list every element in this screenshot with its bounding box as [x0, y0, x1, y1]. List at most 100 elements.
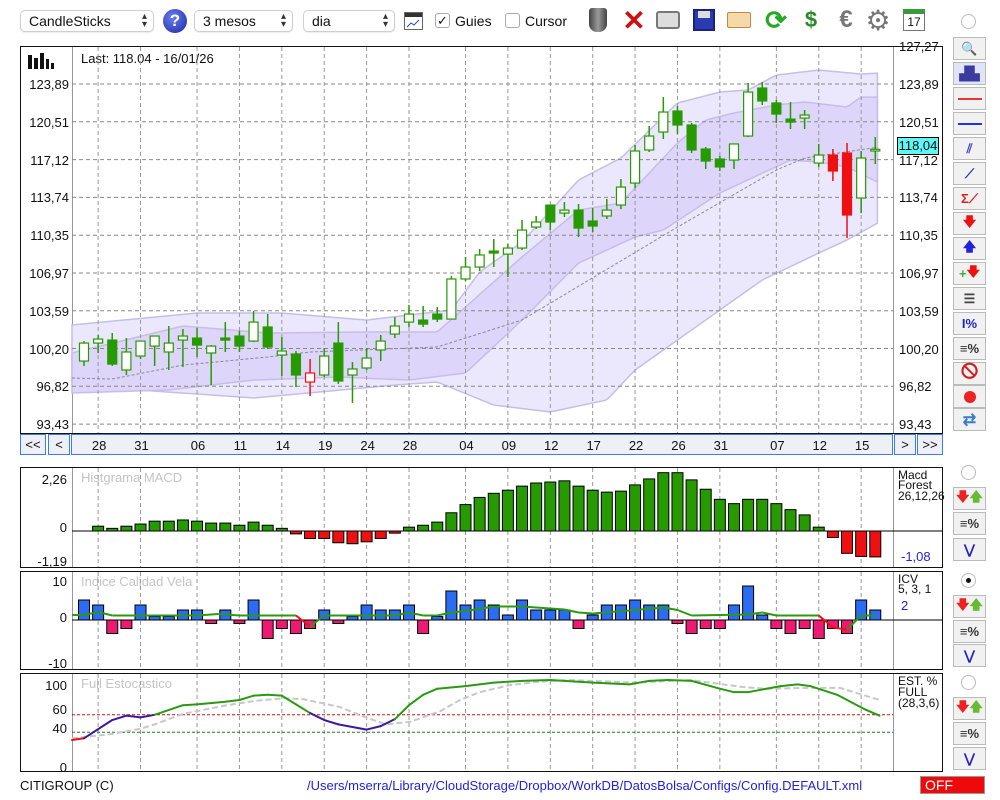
stochastic-panel-radio[interactable] [961, 675, 976, 690]
stochastic-signals-icon[interactable]: 🡇 🡅 [953, 697, 986, 720]
volume-profile-icon[interactable]: ▟▙ [953, 62, 986, 85]
channel-tool-icon[interactable]: ⫽ [953, 137, 986, 160]
icv-crossover-icon[interactable]: ⋁ [953, 644, 986, 667]
delete-icon[interactable]: ✕ [620, 5, 648, 36]
stochastic-title: Full Estocastico [81, 676, 173, 691]
price-chart-panel[interactable]: Last: 118.04 - 16/01/26 127,27127,27123,… [20, 39, 943, 434]
trash-icon[interactable] [584, 6, 612, 34]
icv-last-value: 2 [901, 598, 909, 613]
arrow-down-icon[interactable]: 🡇 [953, 212, 986, 235]
save-icon[interactable] [690, 6, 718, 34]
period-select[interactable]: 3 mesos ▴ ▾ [194, 10, 293, 32]
chart-type-select[interactable]: CandleSticks ▴ ▾ [20, 10, 154, 32]
date-axis-label: 14 [275, 438, 291, 453]
price-axis-label-left: 110,35 [30, 228, 69, 244]
cursor-checkbox[interactable] [505, 13, 520, 28]
guides-checkbox[interactable]: ✓ [435, 13, 450, 28]
nav-first-button[interactable]: << [20, 434, 46, 455]
calendar-icon[interactable]: 17 [900, 6, 928, 34]
macd-title: Histgrama MACD [81, 470, 183, 485]
folder-icon[interactable] [725, 6, 753, 34]
chevron-updown-icon: ▴ ▾ [141, 11, 147, 30]
range-percent-icon[interactable]: I% [953, 312, 986, 335]
stochastic-panel[interactable]: Full Estocastico 100 60 40 0 EST. % FULL… [20, 673, 943, 775]
euro-icon[interactable]: € [832, 6, 860, 34]
price-axis-label-left: 96,82 [36, 379, 69, 395]
nav-next-button[interactable]: > [894, 434, 916, 455]
date-axis-label: 31 [713, 438, 729, 453]
icv-legend: 5, 3, 1 [898, 582, 932, 596]
macd-axis-label: 2,26 [41, 472, 67, 487]
icv-signals-icon[interactable]: 🡇 🡅 [953, 595, 986, 618]
interval-value: dia [312, 13, 331, 29]
price-axis-label-right: 103,59 [899, 303, 939, 319]
macd-plot-area[interactable] [72, 468, 894, 567]
red-horizontal-line-icon[interactable] [953, 87, 986, 110]
icv-levels-percent-icon[interactable]: ≡% [953, 620, 986, 643]
main-panel-radio[interactable] [961, 14, 976, 29]
nav-prev-button[interactable]: < [48, 434, 70, 455]
trendline-tool-icon[interactable]: ⟋ [953, 162, 986, 185]
icv-panel-radio[interactable] [961, 573, 976, 588]
date-axis-scrollbar[interactable]: 28 31 06 11 14 19 24 28 04 09 12 17 22 26 31 07 12 15 [71, 434, 893, 455]
date-axis-label: 17 [586, 438, 601, 453]
live-state-toggle[interactable]: OFF [920, 776, 985, 794]
date-axis-label: 07 [770, 438, 785, 453]
lines-list-icon[interactable]: ☰ [953, 287, 986, 310]
dollar-icon[interactable]: $ [797, 6, 825, 34]
date-axis-label: 15 [854, 438, 870, 453]
icv-title: Indice Calidad Vela [81, 574, 193, 589]
blue-horizontal-line-icon[interactable] [953, 112, 986, 135]
last-price-badge: 118,04 [897, 137, 939, 155]
macd-axis-label: 0 [59, 520, 67, 535]
symbol-label: CITIGROUP (C) [20, 778, 114, 793]
price-axis-label-left: 120,51 [29, 114, 69, 130]
price-plot-area[interactable] [72, 47, 894, 433]
icv-axis-label: -10 [48, 656, 67, 671]
interval-select[interactable]: dia ▴ ▾ [303, 10, 395, 32]
stochastic-levels-percent-icon[interactable]: ≡% [953, 722, 986, 745]
date-axis-label: 24 [360, 438, 375, 453]
period-value: 3 mesos [203, 13, 256, 29]
config-path-link[interactable]: /Users/mserra/Library/CloudStorage/Dropb… [307, 778, 862, 793]
icv-plot-area[interactable] [72, 572, 894, 669]
macd-panel-radio[interactable] [961, 465, 976, 480]
macd-axis-label: -1,19 [37, 554, 67, 569]
refresh-icon[interactable]: ⟳ [762, 5, 790, 35]
chart-window-icon[interactable] [404, 12, 423, 30]
camera-icon[interactable] [654, 6, 682, 34]
chart-type-value: CandleSticks [29, 13, 111, 29]
date-axis-label: 06 [190, 438, 206, 453]
macd-signals-icon[interactable]: 🡇 🡅 [953, 487, 986, 510]
macd-crossover-icon[interactable]: ⋁ [953, 538, 986, 561]
volume-bars-icon[interactable] [28, 53, 54, 72]
macd-panel[interactable]: Histgrama MACD 2,26 0 -1,19 Macd Forest … [20, 467, 945, 569]
date-axis-label: 26 [671, 438, 686, 453]
record-icon[interactable] [953, 385, 986, 408]
gear-icon[interactable]: ⚙ [864, 5, 892, 36]
stochastic-crossover-icon[interactable]: ⋁ [953, 747, 986, 770]
no-entry-icon[interactable]: 🛇 [953, 362, 986, 385]
stochastic-plot-area[interactable] [72, 674, 894, 771]
cursor-label: Cursor [525, 13, 568, 29]
stochastic-axis-label: 60 [52, 702, 67, 717]
price-axis-label-left: 106,97 [29, 265, 69, 281]
nav-last-button[interactable]: >> [917, 434, 943, 455]
levels-percent-icon[interactable]: ≡% [953, 337, 986, 360]
macd-levels-percent-icon[interactable]: ≡% [953, 512, 986, 535]
zoom-icon[interactable]: 🔍 [953, 37, 986, 60]
price-axis-label-left: 103,59 [29, 303, 69, 319]
fibonacci-tool-icon[interactable]: Σ⟋ [953, 187, 986, 210]
add-signals-icon[interactable]: + 🡇 [953, 262, 986, 285]
price-axis-label-right: 110,35 [899, 228, 938, 244]
icv-axis-label: 10 [52, 574, 67, 589]
arrow-up-icon[interactable]: 🡅 [953, 237, 986, 260]
price-axis-label-right: 120,51 [899, 114, 939, 130]
icv-panel[interactable]: Indice Calidad Vela 10 0 -10 ICV 5, 3, 1… [20, 571, 943, 671]
help-icon[interactable]: ? [163, 9, 187, 33]
date-axis-label: 12 [544, 438, 559, 453]
icv-axis-label: 0 [59, 610, 67, 625]
chevron-updown-icon: ▴ ▾ [382, 11, 388, 30]
price-axis-label-right: 93,43 [899, 417, 932, 433]
sync-icon[interactable]: ⇄ [953, 408, 986, 431]
